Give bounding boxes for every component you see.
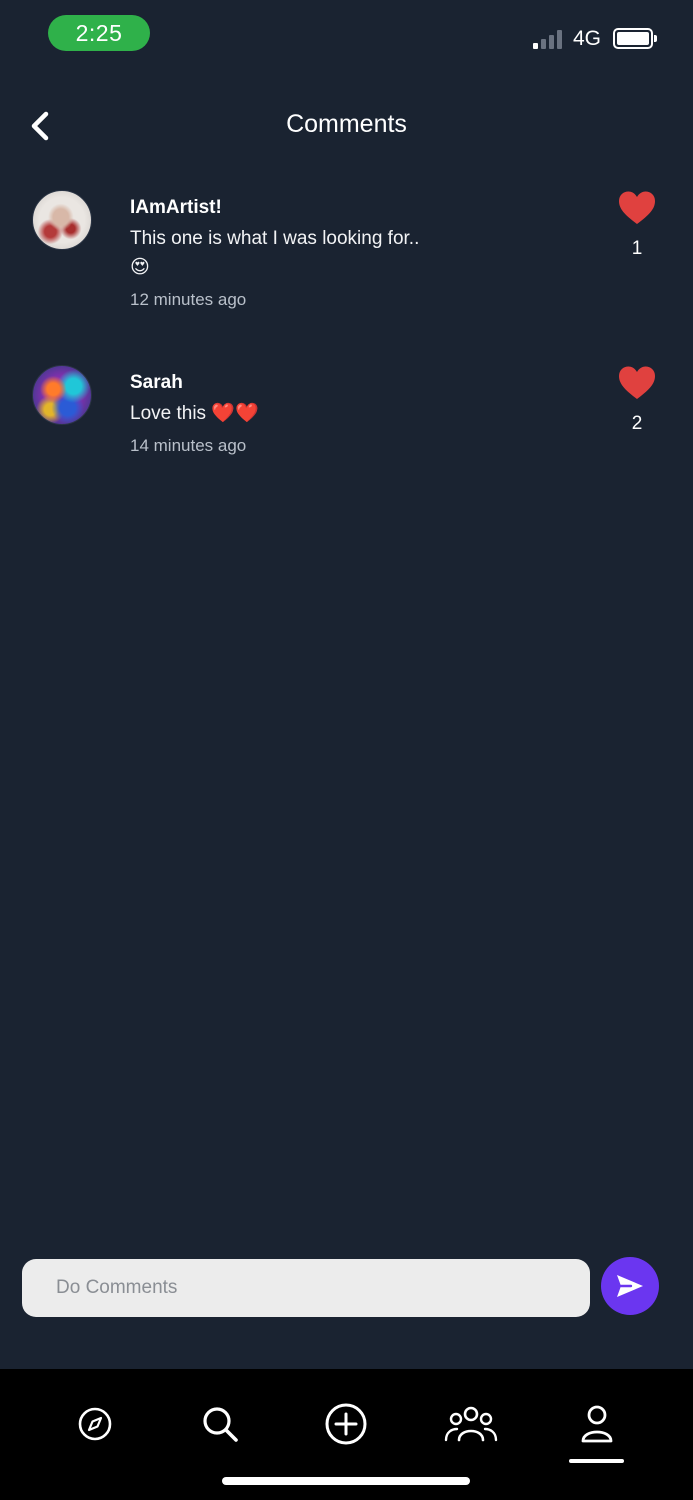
like-button[interactable] — [617, 190, 657, 226]
comment-emoji: 😍 — [130, 257, 150, 278]
bottom-nav — [0, 1369, 693, 1500]
like-count: 2 — [631, 413, 643, 434]
home-indicator[interactable] — [222, 1477, 470, 1485]
send-icon — [617, 1275, 643, 1297]
comment-username[interactable]: IAmArtist! — [130, 196, 573, 220]
avatar[interactable] — [32, 365, 92, 425]
nav-search[interactable] — [188, 1399, 252, 1449]
search-icon — [203, 1407, 238, 1442]
comment-input[interactable] — [22, 1259, 590, 1317]
send-button[interactable] — [601, 1257, 659, 1315]
active-tab-indicator — [569, 1459, 624, 1463]
nav-profile[interactable] — [565, 1399, 629, 1449]
page-title: Comments — [286, 110, 407, 138]
like-button[interactable] — [617, 365, 657, 401]
network-type: 4G — [573, 27, 602, 50]
profile-icon — [581, 1405, 613, 1443]
comment-timestamp: 12 minutes ago — [130, 290, 247, 309]
community-icon — [444, 1406, 498, 1442]
heart-icon — [619, 191, 655, 224]
nav-add[interactable] — [314, 1399, 378, 1449]
status-time: 2:25 — [48, 15, 150, 51]
status-bar: 2:25 4G — [0, 0, 693, 70]
heart-icon — [619, 366, 655, 399]
avatar[interactable] — [32, 190, 92, 250]
add-icon — [325, 1403, 367, 1445]
nav-community[interactable] — [439, 1399, 503, 1449]
signal-icon — [533, 29, 565, 49]
battery-icon — [613, 28, 657, 49]
comment-text: This one is what I was looking for.. 😍 — [130, 224, 573, 282]
header: Comments — [0, 98, 693, 154]
like-count: 1 — [631, 238, 643, 259]
comment-text-content: This one is what I was looking for.. — [130, 228, 420, 249]
nav-explore[interactable] — [63, 1399, 127, 1449]
comment-text: Love this ❤️❤️ — [130, 403, 259, 424]
comment-username[interactable]: Sarah — [130, 371, 573, 395]
comment-timestamp: 14 minutes ago — [130, 436, 247, 455]
compass-icon — [78, 1407, 112, 1441]
